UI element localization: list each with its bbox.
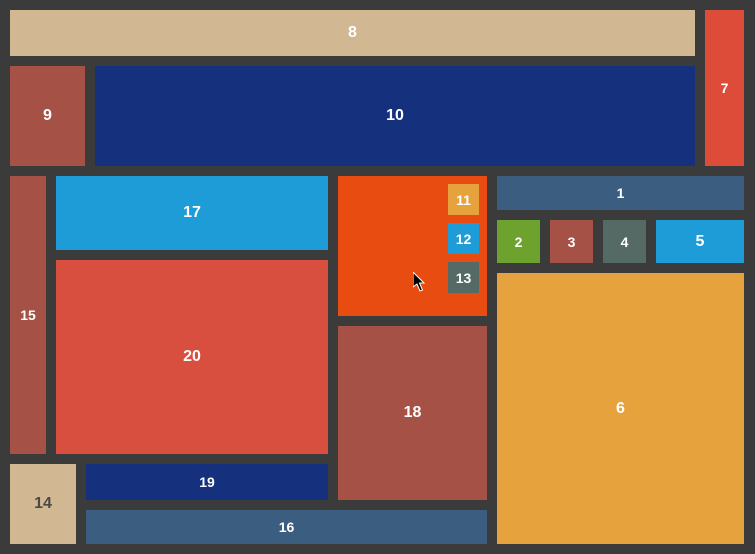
- block-6: 6: [497, 273, 744, 544]
- block-5: 5: [656, 220, 744, 263]
- block-8: 8: [10, 10, 695, 56]
- block-3: 3: [550, 220, 593, 263]
- block-17: 17: [56, 176, 328, 250]
- block-1: 1: [497, 176, 744, 210]
- block-9: 9: [10, 66, 85, 166]
- block-10: 10: [95, 66, 695, 166]
- block-14: 14: [10, 464, 76, 544]
- block-19: 19: [86, 464, 328, 500]
- block-16: 16: [86, 510, 487, 544]
- block-12: 12: [448, 223, 479, 254]
- block-15: 15: [10, 176, 46, 454]
- block-7: 7: [705, 10, 744, 166]
- block-11: 11: [448, 184, 479, 215]
- block-20: 20: [56, 260, 328, 454]
- block-2: 2: [497, 220, 540, 263]
- block-13: 13: [448, 262, 479, 293]
- block-18: 18: [338, 326, 487, 500]
- block-4: 4: [603, 220, 646, 263]
